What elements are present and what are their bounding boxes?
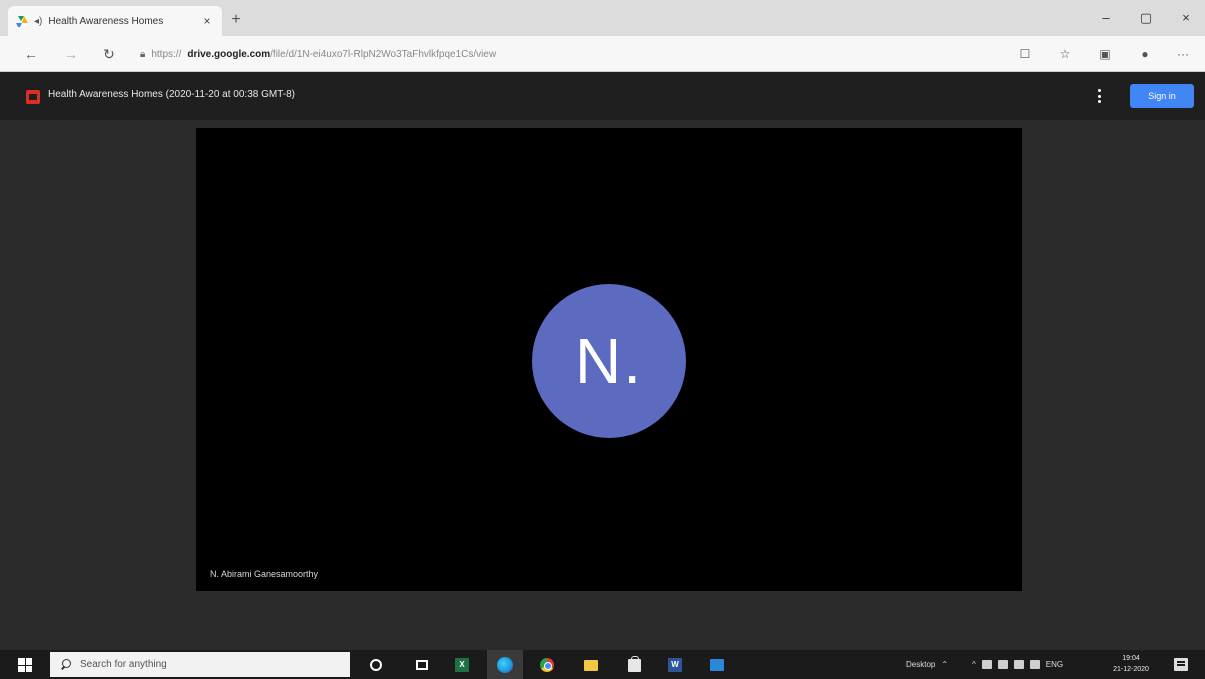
file-title: Health Awareness Homes (2020-11-20 at 00… [48,89,295,100]
notifications-icon[interactable] [1174,658,1188,671]
browser-tab[interactable]: ◂) Health Awareness Homes × [8,6,222,36]
maximize-button[interactable]: ▢ [1126,6,1166,30]
browser-tab-strip: ◂) Health Awareness Homes × + – ▢ × [0,0,1205,36]
more-vert-icon[interactable] [1094,86,1104,106]
back-arrow-icon[interactable]: ← [20,44,42,64]
collections-icon[interactable]: ▣ [1094,44,1116,64]
new-tab-button[interactable]: + [226,10,246,30]
chevron-up-icon[interactable]: ⌃ [941,660,948,669]
clock-date: 21-12-2020 [1113,666,1149,673]
tab-close-icon[interactable]: × [200,14,214,28]
minimize-button[interactable]: – [1086,6,1126,30]
url-host: drive.google.com [187,48,271,60]
show-hidden-icons-icon[interactable]: ^ [972,660,976,669]
tray-app-icon[interactable] [997,660,1008,669]
system-tray: ^ ENG [972,650,1063,679]
file-explorer-icon[interactable] [581,655,601,675]
clock-time: 19:04 [1122,655,1140,662]
chrome-icon[interactable] [537,655,557,675]
search-placeholder: Search for anything [80,659,167,670]
desktop-toolbar-label[interactable]: Desktop ⌃ [906,650,948,679]
network-icon[interactable] [1013,660,1024,669]
tab-audio-icon[interactable]: ◂) [34,16,42,27]
avatar-initial: N. [575,325,643,397]
video-player[interactable]: N. N. Abirami Ganesamoorthy [196,128,1022,591]
participant-avatar: N. [532,284,686,438]
refresh-icon[interactable]: ↻ [98,44,120,64]
video-file-icon [26,90,40,104]
language-indicator[interactable]: ENG [1046,660,1063,669]
taskbar-clock[interactable]: 19:04 21-12-2020 [1106,653,1156,675]
excel-icon[interactable]: X [452,655,472,675]
url-path: /file/d/1N-ei4uxo7l-RlpN2Wo3TaFhvlkfpqe1… [270,48,497,60]
close-window-button[interactable]: × [1166,6,1205,30]
favorites-star-icon[interactable]: ☆ [1054,44,1076,64]
participant-name: N. Abirami Ganesamoorthy [210,569,319,579]
more-options-icon[interactable]: ··· [1172,44,1194,64]
google-drive-icon [16,15,28,27]
browser-nav-bar: ← → ↻ 🔒︎ https:// drive.google.com /file… [0,36,1205,72]
forward-arrow-icon[interactable]: → [60,44,82,64]
tab-title: Health Awareness Homes [48,15,164,27]
cortana-icon[interactable] [366,655,386,675]
word-icon[interactable]: W [665,655,685,675]
windows-start-icon[interactable] [18,658,32,672]
search-icon [60,658,72,671]
lock-icon: 🔒︎ [140,48,146,60]
reading-view-icon[interactable]: ☐ [1014,44,1036,64]
store-icon[interactable] [624,655,644,675]
edge-browser-icon[interactable] [487,650,523,679]
windows-taskbar: Search for anything X W Desktop ⌃ ^ ENG … [0,650,1205,679]
task-view-icon[interactable] [412,655,432,675]
taskbar-search-box[interactable]: Search for anything [50,652,350,677]
desktop-label: Desktop [906,660,936,669]
address-bar[interactable]: 🔒︎ https:// drive.google.com /file/d/1N-… [140,43,1000,65]
url-scheme: https:// [151,48,182,60]
profile-avatar-icon[interactable]: ● [1134,44,1156,64]
photos-icon[interactable] [707,655,727,675]
sign-in-button[interactable]: Sign in [1130,84,1194,108]
volume-icon[interactable] [1029,660,1040,669]
tray-app-icon[interactable] [981,660,992,669]
